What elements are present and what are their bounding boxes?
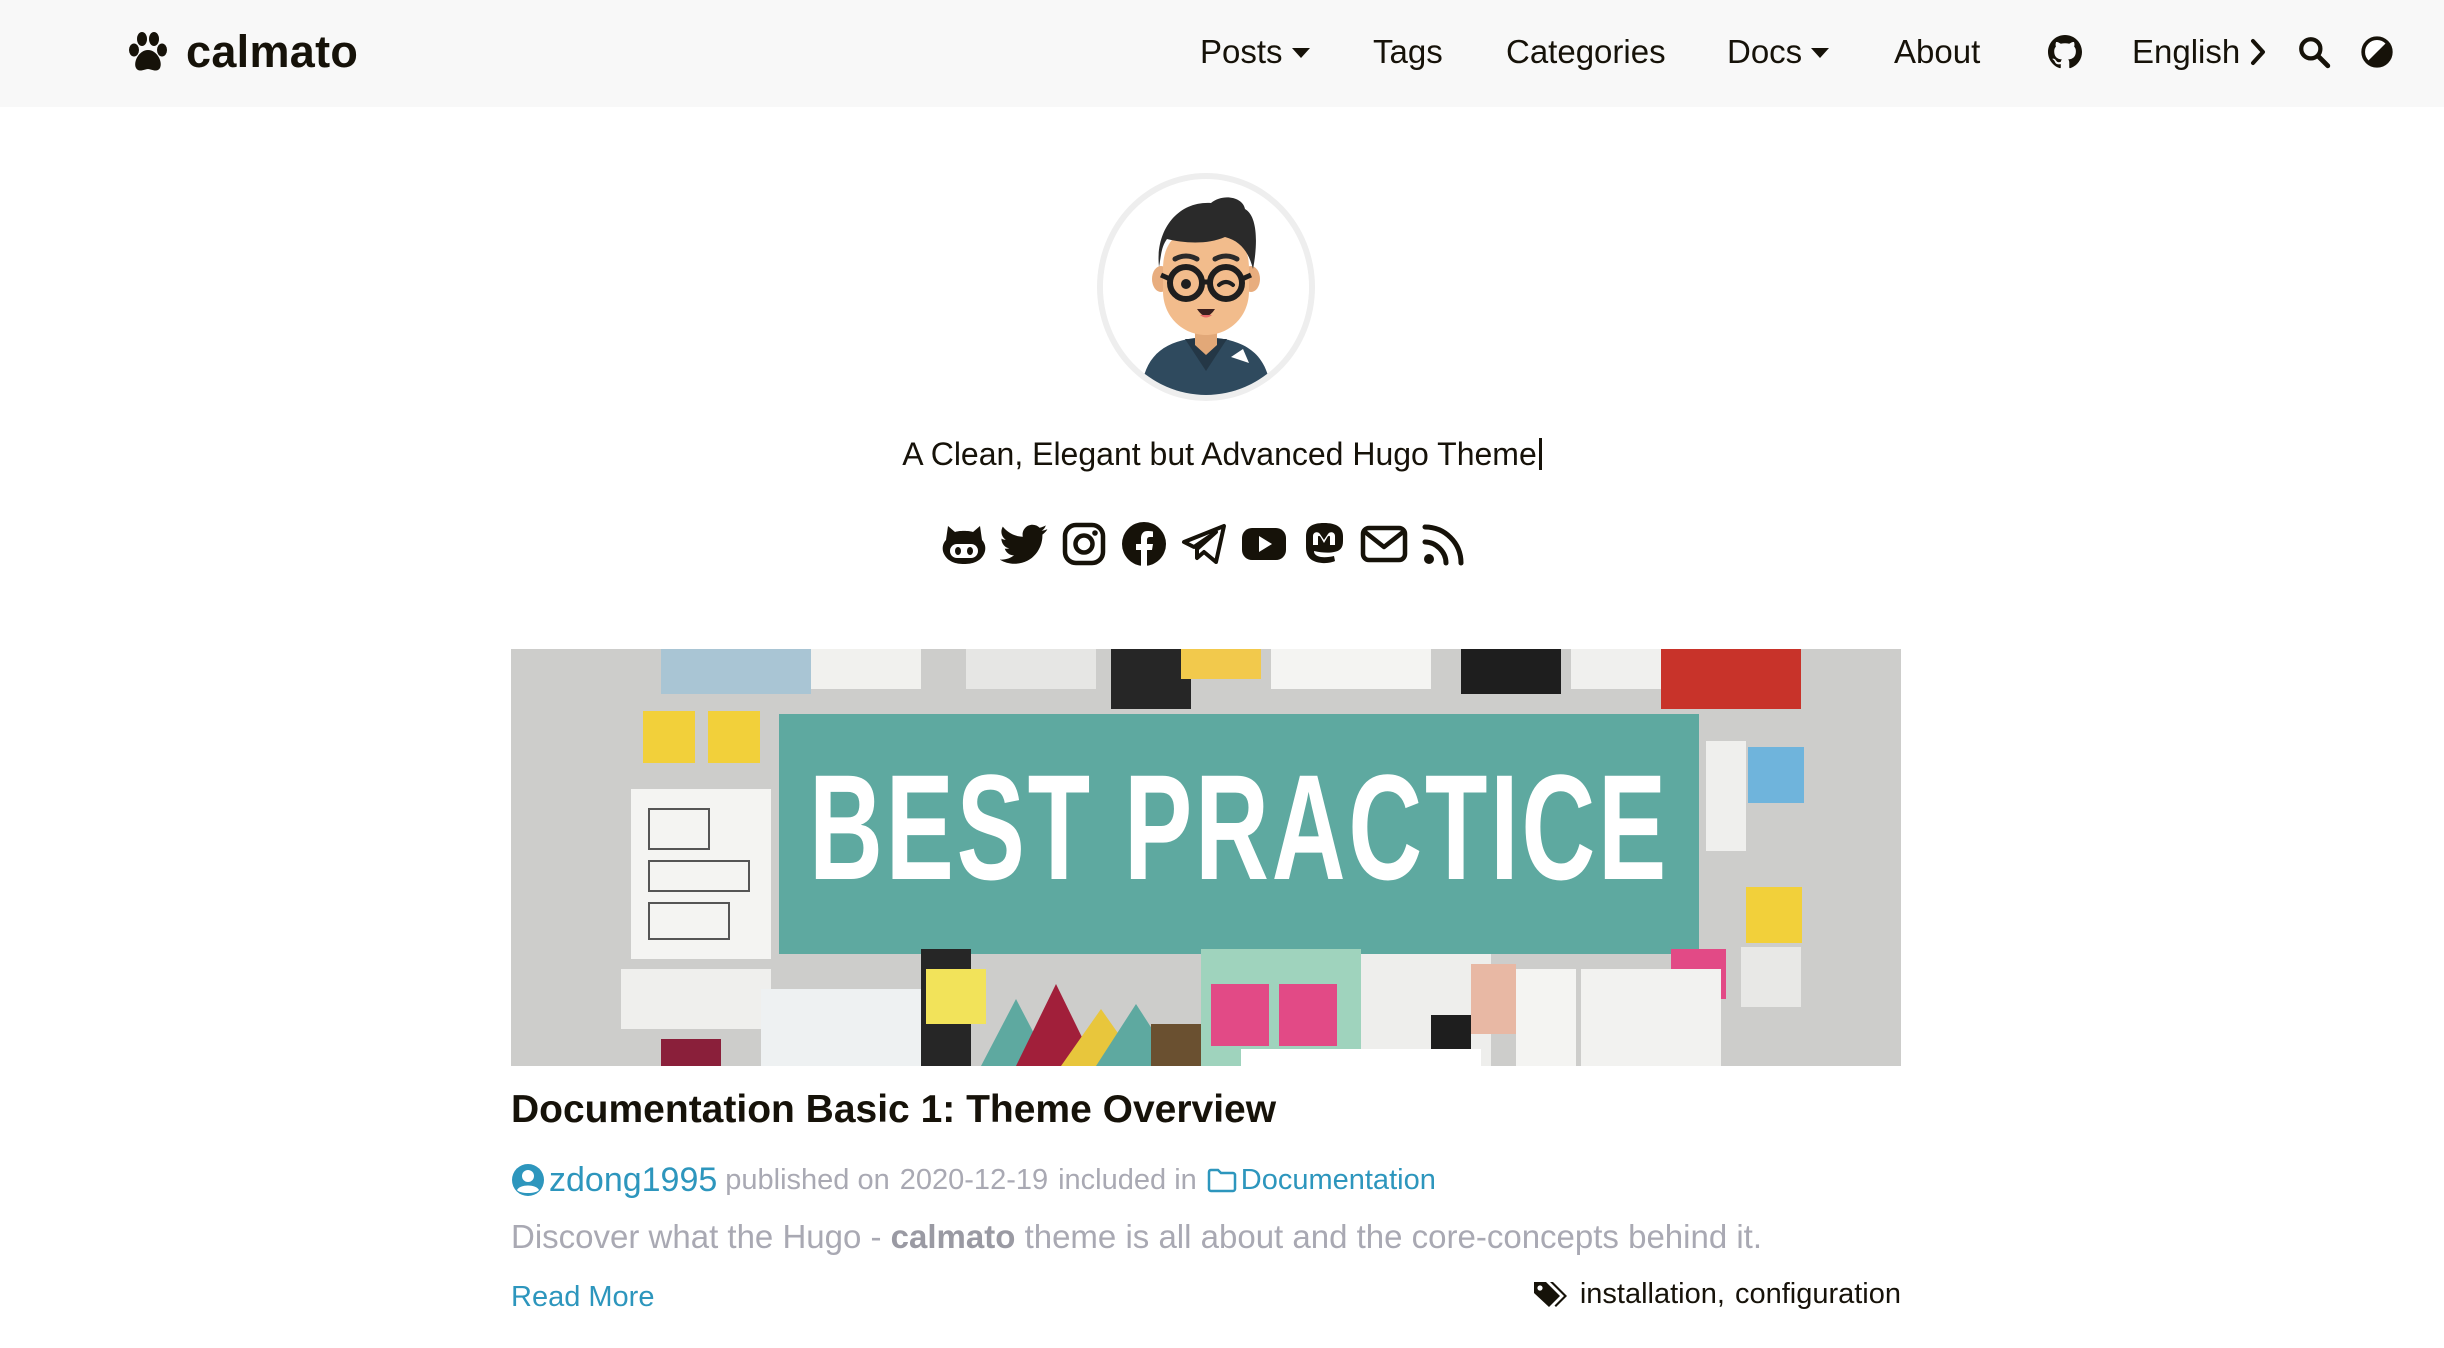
facebook-icon[interactable] (1118, 518, 1170, 570)
caret-down-icon (1811, 48, 1830, 58)
tag-link[interactable]: configuration (1735, 1278, 1901, 1311)
search-icon[interactable] (2294, 32, 2334, 72)
nav-posts[interactable]: Posts (1200, 27, 1310, 77)
subtitle-text: A Clean, Elegant but Advanced Hugo Theme (902, 436, 1537, 472)
github-icon[interactable] (938, 518, 990, 570)
post-tags: installation, configuration (1532, 1278, 1901, 1311)
tag-link[interactable]: installation (1580, 1278, 1717, 1310)
caret-down-icon (1291, 48, 1310, 58)
telegram-icon[interactable] (1178, 518, 1230, 570)
tags-icon (1533, 1281, 1567, 1307)
nav-about[interactable]: About (1894, 27, 1980, 77)
page: calmato Posts Tags Categories Docs About… (0, 0, 2444, 1348)
theme-switch-icon[interactable] (2357, 32, 2397, 72)
paw-icon (129, 32, 167, 71)
site-logo[interactable]: calmato (124, 22, 358, 82)
youtube-icon[interactable] (1238, 518, 1290, 570)
nav-tags-label: Tags (1373, 33, 1443, 70)
post-title[interactable]: Documentation Basic 1: Theme Overview (511, 1088, 1276, 1132)
language-switcher[interactable]: English (2132, 27, 2268, 77)
avatar (1097, 173, 1315, 401)
nav-about-label: About (1894, 33, 1981, 70)
twitter-icon[interactable] (998, 518, 1050, 570)
nav-docs[interactable]: Docs (1727, 27, 1830, 77)
mastodon-icon[interactable] (1298, 518, 1350, 570)
nav-posts-label: Posts (1200, 33, 1283, 70)
rss-icon[interactable] (1418, 518, 1470, 570)
avatar-image (1103, 184, 1309, 395)
author-link[interactable]: zdong1995 (511, 1161, 717, 1200)
github-icon[interactable] (2045, 32, 2085, 72)
social-links (938, 517, 1470, 571)
post-date: 2020-12-19 (899, 1163, 1049, 1196)
instagram-icon[interactable] (1058, 518, 1110, 570)
author-name: zdong1995 (549, 1160, 718, 1199)
summary-text-before: Discover what the Hugo - (511, 1218, 882, 1255)
featured-banner-text: BEST PRACTICE (809, 743, 1669, 911)
nav-categories-label: Categories (1506, 33, 1666, 70)
language-label: English (2132, 33, 2241, 70)
site-subtitle: A Clean, Elegant but Advanced Hugo Theme (0, 436, 2444, 473)
nav-docs-label: Docs (1727, 33, 1803, 70)
site-title: calmato (186, 26, 359, 77)
included-prefix: included in (1058, 1163, 1197, 1196)
summary-theme-name: calmato (890, 1218, 1016, 1255)
tag-separator: , (1716, 1278, 1725, 1310)
nav-tags[interactable]: Tags (1373, 27, 1443, 77)
typing-cursor (1538, 438, 1542, 470)
summary-text-after: theme is all about and the core-concepts… (1024, 1218, 1763, 1255)
nav-categories[interactable]: Categories (1506, 27, 1666, 77)
folder-icon (1207, 1168, 1237, 1193)
site-header: calmato Posts Tags Categories Docs About… (0, 0, 2444, 107)
post-summary: Discover what the Hugo - calmato theme i… (511, 1218, 1762, 1256)
category-link[interactable]: Documentation (1207, 1164, 1436, 1197)
post-meta: zdong1995 published on 2020-12-19 includ… (511, 1158, 1436, 1202)
read-more-link[interactable]: Read More (511, 1281, 654, 1314)
chevron-right-icon (2251, 39, 2266, 65)
featured-image[interactable]: BEST PRACTICE (511, 649, 1901, 1066)
user-circle-icon (512, 1164, 544, 1196)
email-icon[interactable] (1358, 518, 1410, 570)
published-prefix: published on (725, 1163, 890, 1196)
category-name: Documentation (1240, 1163, 1436, 1196)
